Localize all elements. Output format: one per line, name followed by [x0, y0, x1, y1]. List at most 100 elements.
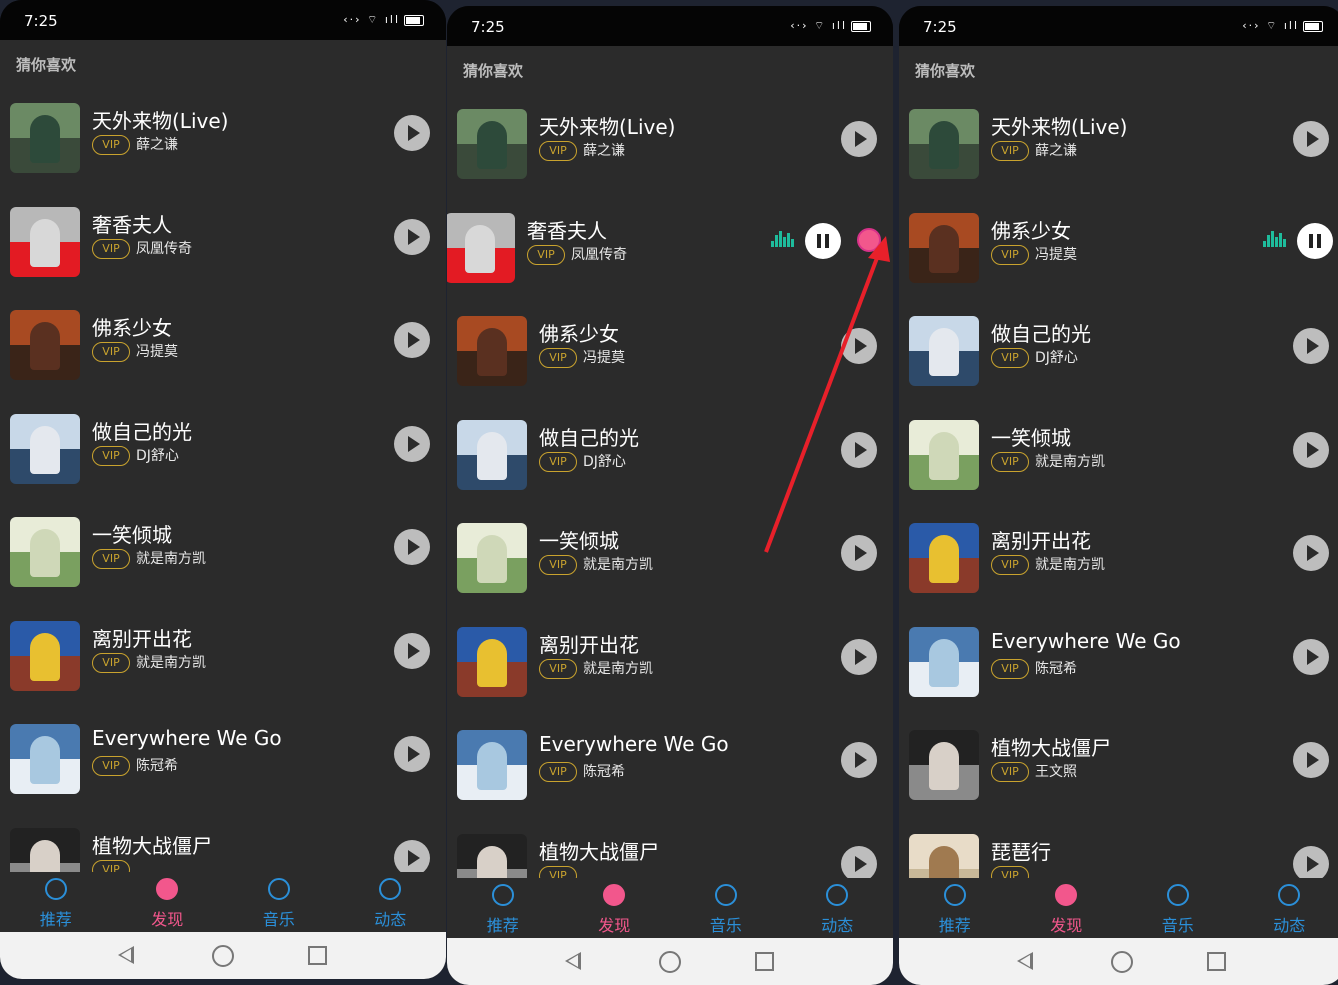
recent-apps-icon[interactable]: [755, 952, 774, 971]
song-row[interactable]: 做自己的光VIPDJ舒心: [899, 306, 1338, 410]
tab-2[interactable]: 音乐: [223, 872, 335, 932]
song-row[interactable]: 天外来物(Live)VIP薛之谦: [447, 99, 893, 203]
tab-1[interactable]: 发现: [112, 872, 224, 932]
song-row[interactable]: 天外来物(Live)VIP薛之谦: [899, 99, 1338, 203]
tab-2[interactable]: 音乐: [1122, 878, 1234, 938]
song-row[interactable]: Everywhere We GoVIP陈冠希: [447, 720, 893, 824]
album-cover[interactable]: [909, 316, 979, 386]
song-row[interactable]: 做自己的光VIPDJ舒心: [0, 404, 446, 508]
recommend-list[interactable]: 猜你喜欢天外来物(Live)VIP薛之谦奢香夫人VIP凤凰传奇佛系少女VIP冯提…: [447, 46, 893, 878]
play-icon[interactable]: [841, 121, 877, 157]
song-row[interactable]: 离别开出花VIP就是南方凯: [447, 617, 893, 721]
play-icon[interactable]: [841, 535, 877, 571]
song-row[interactable]: 离别开出花VIP就是南方凯: [899, 513, 1338, 617]
album-cover[interactable]: [457, 420, 527, 490]
pause-icon[interactable]: [1297, 223, 1333, 259]
album-cover[interactable]: [447, 213, 515, 283]
album-cover[interactable]: [457, 834, 527, 879]
album-cover[interactable]: [909, 523, 979, 593]
play-icon[interactable]: [841, 432, 877, 468]
album-cover[interactable]: [909, 420, 979, 490]
song-row[interactable]: 佛系少女VIP冯提莫: [0, 300, 446, 404]
play-icon[interactable]: [1293, 432, 1329, 468]
song-row[interactable]: 天外来物(Live)VIP薛之谦: [0, 93, 446, 197]
home-icon[interactable]: [212, 945, 234, 967]
home-icon[interactable]: [1111, 951, 1133, 973]
play-icon[interactable]: [394, 426, 430, 462]
album-cover[interactable]: [10, 724, 80, 794]
play-icon[interactable]: [394, 115, 430, 151]
album-cover[interactable]: [457, 627, 527, 697]
song-row[interactable]: 一笑倾城VIP就是南方凯: [899, 410, 1338, 514]
album-cover[interactable]: [909, 730, 979, 800]
album-cover[interactable]: [10, 207, 80, 277]
play-icon[interactable]: [394, 736, 430, 772]
play-icon[interactable]: [394, 322, 430, 358]
vip-badge: VIP: [92, 549, 130, 569]
song-row[interactable]: 奢香夫人VIP凤凰传奇: [0, 197, 446, 301]
album-cover[interactable]: [909, 834, 979, 879]
song-row[interactable]: 琵琶行VIP: [899, 824, 1338, 879]
play-icon[interactable]: [841, 846, 877, 879]
play-icon[interactable]: [394, 840, 430, 873]
song-row[interactable]: Everywhere We GoVIP陈冠希: [0, 714, 446, 818]
song-row[interactable]: 植物大战僵尸VIP王文照: [899, 720, 1338, 824]
cover-figure: [929, 328, 959, 376]
tab-2[interactable]: 音乐: [670, 878, 782, 938]
tab-1[interactable]: 发现: [559, 878, 671, 938]
album-cover[interactable]: [457, 316, 527, 386]
back-icon[interactable]: [118, 946, 134, 964]
play-icon[interactable]: [841, 639, 877, 675]
recommend-list[interactable]: 猜你喜欢天外来物(Live)VIP薛之谦奢香夫人VIP凤凰传奇佛系少女VIP冯提…: [0, 40, 446, 872]
album-cover[interactable]: [457, 109, 527, 179]
play-icon[interactable]: [1293, 742, 1329, 778]
recent-apps-icon[interactable]: [308, 946, 327, 965]
play-icon[interactable]: [1293, 328, 1329, 364]
play-icon[interactable]: [841, 328, 877, 364]
song-row[interactable]: 植物大战僵尸VIP: [0, 818, 446, 873]
album-cover[interactable]: [909, 627, 979, 697]
home-icon[interactable]: [659, 951, 681, 973]
tab-3[interactable]: 动态: [335, 872, 447, 932]
back-icon[interactable]: [1017, 952, 1033, 970]
song-row[interactable]: 奢香夫人VIP凤凰传奇: [447, 203, 881, 307]
tab-0[interactable]: 推荐: [447, 878, 559, 938]
back-icon[interactable]: [565, 952, 581, 970]
tab-3[interactable]: 动态: [1234, 878, 1338, 938]
artist-name: 薛之谦: [136, 135, 178, 155]
favorite-icon[interactable]: [857, 228, 881, 252]
song-row[interactable]: 做自己的光VIPDJ舒心: [447, 410, 893, 514]
play-icon[interactable]: [1293, 639, 1329, 675]
tab-0[interactable]: 推荐: [899, 878, 1011, 938]
play-icon[interactable]: [841, 742, 877, 778]
play-icon[interactable]: [394, 219, 430, 255]
album-cover[interactable]: [457, 523, 527, 593]
tab-1[interactable]: 发现: [1011, 878, 1123, 938]
album-cover[interactable]: [10, 310, 80, 380]
album-cover[interactable]: [909, 213, 979, 283]
recent-apps-icon[interactable]: [1207, 952, 1226, 971]
album-cover[interactable]: [10, 103, 80, 173]
play-icon[interactable]: [1293, 535, 1329, 571]
song-row[interactable]: 佛系少女VIP冯提莫: [447, 306, 893, 410]
album-cover[interactable]: [10, 621, 80, 691]
play-icon[interactable]: [1293, 121, 1329, 157]
album-cover[interactable]: [10, 517, 80, 587]
album-cover[interactable]: [909, 109, 979, 179]
tab-0[interactable]: 推荐: [0, 872, 112, 932]
song-row[interactable]: 一笑倾城VIP就是南方凯: [0, 507, 446, 611]
song-row[interactable]: 佛系少女VIP冯提莫: [899, 203, 1338, 307]
song-row[interactable]: 植物大战僵尸VIP: [447, 824, 893, 879]
album-cover[interactable]: [457, 730, 527, 800]
pause-icon[interactable]: [805, 223, 841, 259]
play-icon[interactable]: [1293, 846, 1329, 879]
recommend-list[interactable]: 猜你喜欢天外来物(Live)VIP薛之谦佛系少女VIP冯提莫做自己的光VIPDJ…: [899, 46, 1338, 878]
tab-3[interactable]: 动态: [782, 878, 894, 938]
album-cover[interactable]: [10, 414, 80, 484]
album-cover[interactable]: [10, 828, 80, 873]
song-row[interactable]: 离别开出花VIP就是南方凯: [0, 611, 446, 715]
play-icon[interactable]: [394, 529, 430, 565]
song-row[interactable]: Everywhere We GoVIP陈冠希: [899, 617, 1338, 721]
song-row[interactable]: 一笑倾城VIP就是南方凯: [447, 513, 893, 617]
play-icon[interactable]: [394, 633, 430, 669]
